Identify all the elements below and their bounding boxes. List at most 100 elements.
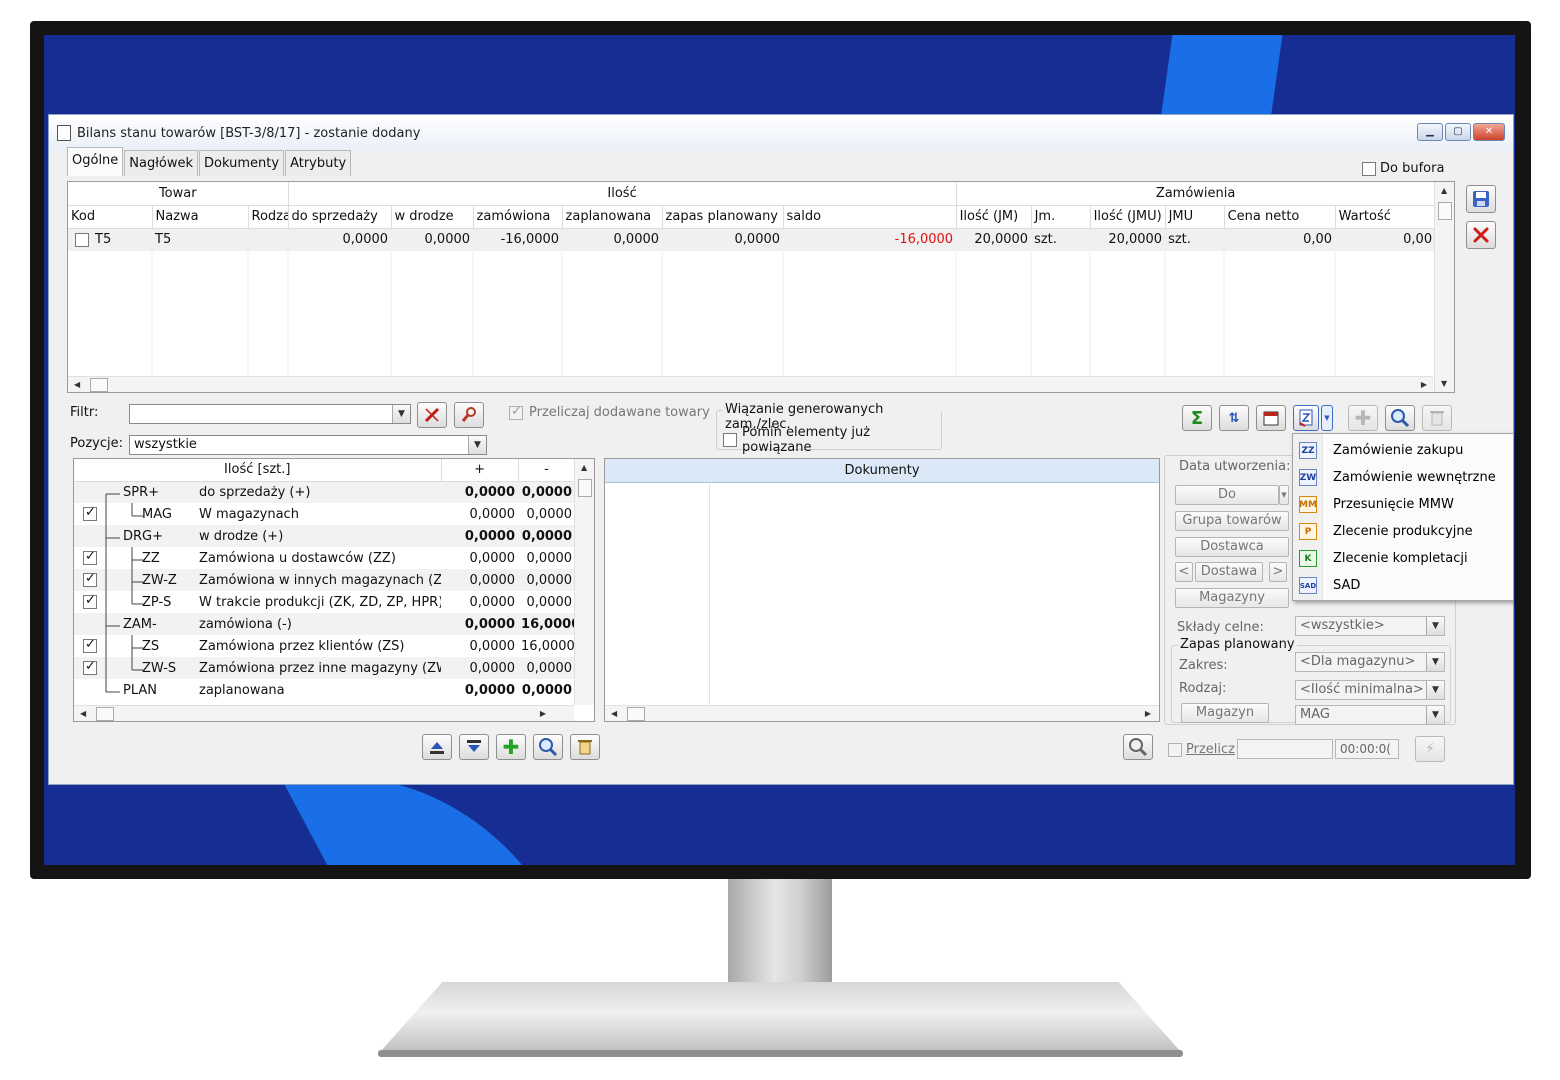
tree-row[interactable]: ZW-Z Zamówiona w innych magazynach (ZW) … (74, 569, 576, 591)
tab-dokumenty[interactable]: Dokumenty (199, 150, 285, 176)
tree-row-checkbox[interactable] (83, 571, 97, 587)
tree-row[interactable]: MAG W magazynach 0,0000 0,0000 (74, 503, 575, 525)
magazyn-button[interactable]: Magazyn (1181, 703, 1269, 723)
calendar-button[interactable] (1256, 405, 1286, 431)
menu-item-zamowienie-wewnetrzne[interactable]: ZW Zamówienie wewnętrzne (1293, 464, 1513, 491)
clear-filter-button[interactable] (417, 402, 447, 428)
grupa-towarow-button[interactable]: Grupa towarów (1175, 511, 1289, 531)
magazyn-combobox[interactable]: MAG ▼ (1295, 705, 1445, 725)
tree-header-plus[interactable]: + (441, 459, 519, 482)
column-header[interactable]: zaplanowana (562, 205, 663, 229)
chevron-down-icon[interactable]: ▼ (1426, 653, 1444, 671)
dostawa-button[interactable]: Dostawa (1195, 562, 1263, 582)
sum-button[interactable]: Σ (1182, 405, 1212, 431)
recalculate-button[interactable]: ⚡ (1415, 736, 1445, 762)
menu-item-zlecenie-kompletacji[interactable]: K Zlecenie kompletacji (1293, 545, 1513, 572)
do-dropdown[interactable]: ▼ (1279, 485, 1289, 505)
przeliczaj-checkbox[interactable] (509, 404, 523, 420)
pomin-checkbox[interactable] (723, 433, 737, 447)
column-header[interactable]: Jm. (1031, 205, 1091, 229)
rodzaj-combobox[interactable]: <Ilość minimalna> ▼ (1295, 680, 1445, 700)
documents-header[interactable]: Dokumenty (605, 459, 1159, 483)
maximize-button[interactable]: ▢ (1445, 123, 1471, 141)
przelicz-checkbox[interactable] (1168, 742, 1182, 757)
cancel-button[interactable] (1466, 221, 1496, 249)
delete-item-button[interactable] (570, 734, 600, 760)
scroll-thumb[interactable] (96, 707, 114, 721)
tree-horizontal-scrollbar[interactable]: ◀ ▶ (74, 705, 574, 721)
tab-ogolne[interactable]: Ogólne (67, 147, 124, 176)
scroll-right-icon[interactable]: ▶ (1145, 709, 1151, 718)
add-item-button[interactable]: ✚ (496, 734, 526, 760)
add-button[interactable]: ✚ (1348, 405, 1378, 431)
tree-row-checkbox[interactable] (83, 637, 97, 653)
scroll-thumb[interactable] (90, 378, 108, 392)
przeliczaj-option[interactable]: Przeliczaj dodawane towary (509, 404, 710, 420)
grid-horizontal-scrollbar[interactable]: ◀ ▶ (68, 376, 1433, 392)
tree-header-ilosc[interactable]: Ilość [szt.] (74, 459, 442, 482)
scroll-left-icon[interactable]: ◀ (80, 709, 86, 718)
scroll-down-icon[interactable]: ▼ (1441, 379, 1447, 388)
column-header[interactable]: zapas planowany (662, 205, 784, 229)
chevron-down-icon[interactable]: ▼ (1426, 617, 1444, 635)
generate-order-button[interactable] (1293, 405, 1319, 431)
tab-atrybuty[interactable]: Atrybuty (285, 150, 352, 176)
search-button[interactable] (1385, 405, 1415, 431)
tree-row-checkbox[interactable] (83, 593, 97, 609)
preview-button[interactable] (533, 734, 563, 760)
menu-item-sad[interactable]: SAD SAD (1293, 572, 1513, 599)
menu-item-zlecenie-produkcyjne[interactable]: P Zlecenie produkcyjne (1293, 518, 1513, 545)
przelicz-date-input[interactable] (1237, 739, 1333, 759)
tree-row[interactable]: ZP-S W trakcie produkcji (ZK, ZD, ZP, HP… (74, 591, 575, 613)
sklady-celne-combobox[interactable]: <wszystkie> ▼ (1295, 616, 1445, 636)
tree-header-minus[interactable]: - (518, 459, 576, 482)
scroll-thumb[interactable] (627, 707, 645, 721)
chevron-down-icon[interactable]: ▼ (468, 436, 486, 454)
do-button[interactable]: Do (1175, 485, 1279, 505)
tree-vertical-scrollbar[interactable]: ▲ (574, 459, 594, 705)
menu-item-zamowienie-zakupu[interactable]: ZZ Zamówienie zakupu (1293, 437, 1513, 464)
delete-button[interactable] (1422, 405, 1452, 431)
tree-row[interactable]: DRG+ w drodze (+) 0,0000 0,0000 (74, 525, 576, 547)
tree-row-checkbox[interactable] (83, 659, 97, 675)
close-button[interactable]: ✕ (1473, 123, 1505, 141)
column-header[interactable]: Kod (68, 205, 153, 229)
scroll-up-icon[interactable]: ▲ (581, 463, 587, 472)
tree-row[interactable]: ZW-S Zamówiona przez inne magazyny (ZW) … (74, 657, 576, 679)
scroll-right-icon[interactable]: ▶ (540, 709, 546, 718)
column-header[interactable]: saldo (783, 205, 957, 229)
magazyny-button[interactable]: Magazyny (1175, 588, 1289, 608)
tree-row-checkbox[interactable] (83, 505, 97, 521)
chevron-down-icon[interactable]: ▼ (392, 405, 410, 423)
scroll-left-icon[interactable]: ◀ (611, 709, 617, 718)
tree-row[interactable]: ZAM- zamówiona (-) 0,0000 16,0000 (74, 613, 576, 635)
column-header[interactable]: Nazwa (152, 205, 249, 229)
scroll-thumb[interactable] (578, 479, 592, 497)
do-bufora[interactable]: Do bufora (1362, 161, 1444, 176)
documents-horizontal-scrollbar[interactable]: ◀ ▶ (605, 705, 1159, 721)
przelicz-time-input[interactable]: 00:00:0( (1335, 739, 1399, 759)
sort-button[interactable]: ⇅ (1219, 405, 1249, 431)
scroll-up-icon[interactable]: ▲ (1441, 186, 1447, 195)
column-header[interactable]: zamówiona (473, 205, 563, 229)
pomin-option[interactable]: Pomiń elementy już powiązane (723, 425, 941, 455)
tree-row-checkbox[interactable] (83, 549, 97, 565)
title-bar[interactable]: Bilans stanu towarów [BST-3/8/17] - zost… (49, 115, 1513, 151)
column-header[interactable]: Wartość (1335, 205, 1436, 229)
tab-naglowek[interactable]: Nagłówek (124, 150, 199, 176)
chevron-down-icon[interactable]: ▼ (1426, 681, 1444, 699)
dostawca-button[interactable]: Dostawca (1175, 537, 1289, 557)
move-down-button[interactable] (459, 734, 489, 760)
column-header[interactable]: Rodza (248, 205, 289, 229)
tree-row[interactable]: SPR+ do sprzedaży (+) 0,0000 0,0000 (74, 481, 576, 503)
column-header[interactable]: w drodze (391, 205, 474, 229)
save-button[interactable] (1466, 185, 1496, 213)
table-row[interactable]: T5 T5 0,0000 0,0000 -16,0000 0,0000 0,00… (68, 228, 1436, 251)
menu-item-przesuniecie-mmw[interactable]: MM Przesunięcie MMW (1293, 491, 1513, 518)
move-up-button[interactable] (422, 734, 452, 760)
do-bufora-checkbox[interactable] (1362, 161, 1376, 176)
column-header[interactable]: Ilość (JM) (956, 205, 1032, 229)
column-header[interactable]: Ilość (JMU) (1090, 205, 1166, 229)
filter-constructor-button[interactable] (454, 402, 484, 428)
documents-preview-button[interactable] (1123, 734, 1153, 760)
